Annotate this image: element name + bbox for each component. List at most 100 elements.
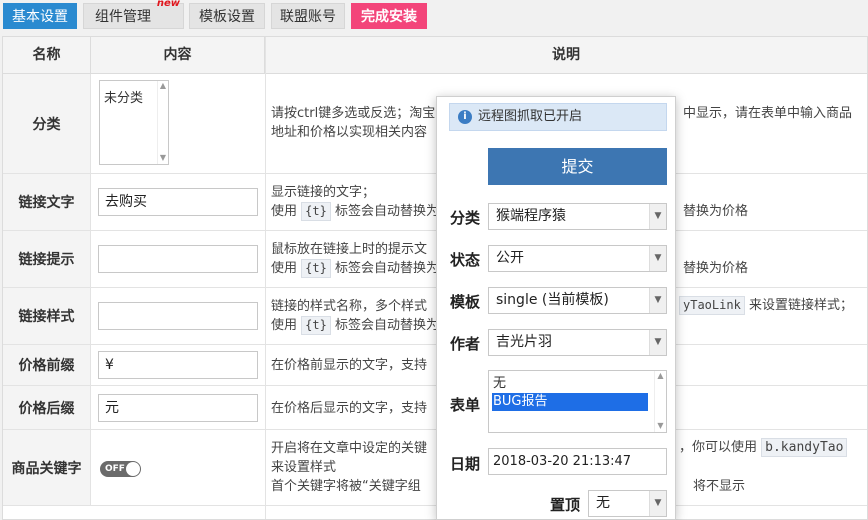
price-suffix-input[interactable]: 元 xyxy=(98,394,258,422)
desc-text: 显示链接的文字； xyxy=(271,185,376,200)
header-description: 说明 xyxy=(265,37,867,74)
publish-popup: i 远程图抓取已开启 提交 分类 猴端程序猿 ▼ 状态 公开 ▼ 模板 sing… xyxy=(436,96,676,520)
tag-code: {t} xyxy=(301,316,331,335)
keyword-description: 开启将在文章中设定的关键 来设置样式 首个关键字将被“关键字组 xyxy=(271,439,427,496)
class-code: yTaoLink xyxy=(679,296,745,315)
class-code: b.kandyTao xyxy=(761,438,848,457)
status-label: 状态 xyxy=(450,251,481,269)
toggle-knob xyxy=(126,462,140,476)
notice-text: 远程图抓取已开启 xyxy=(478,109,583,124)
desc-text: 来设置链接样式； xyxy=(748,298,853,313)
keyword-description-right-line3: 将不显示 xyxy=(693,479,746,494)
row-label: 链接提示 xyxy=(3,231,91,287)
price-prefix-input[interactable]: ¥ xyxy=(98,351,258,379)
desc-text: 标签会自动替换为 xyxy=(334,204,439,219)
row-label: 商品关键字 xyxy=(3,430,91,505)
category-select[interactable]: 猴端程序猿 ▼ xyxy=(488,203,667,230)
row-link-style: 链接样式 链接的样式名称，多个样式 使用 {t} 标签会自动替换为 yTaoLi… xyxy=(3,288,867,345)
desc-text: 开启将在文章中设定的关键 xyxy=(271,441,428,456)
row-label: 链接样式 xyxy=(3,288,91,344)
link-text-description: 显示链接的文字； 使用 {t} 标签会自动替换为 xyxy=(271,183,439,221)
template-select[interactable]: single (当前模板) ▼ xyxy=(488,287,667,314)
desc-text: 使用 xyxy=(271,318,298,333)
chevron-down-icon: ▼ xyxy=(649,204,666,229)
template-value: single (当前模板) xyxy=(496,292,609,308)
link-tip-description: 鼠标放在链接上时的提示文 使用 {t} 标签会自动替换为 xyxy=(271,240,439,278)
link-style-input[interactable] xyxy=(98,302,258,330)
info-icon: i xyxy=(458,110,472,124)
row-label: 分类 xyxy=(3,74,91,173)
chevron-down-icon: ▼ xyxy=(649,330,666,355)
date-input[interactable]: 2018-03-20 21:13:47 xyxy=(488,448,667,475)
chevron-down-icon: ▼ xyxy=(649,288,666,313)
price-prefix-description: 在价格前显示的文字，支持 xyxy=(271,358,428,373)
listbox-scrollbar[interactable]: ▲ ▼ xyxy=(157,81,168,164)
row-category: 分类 未分类 ▲ ▼ 请按ctrl键多选或反选；淘宝 地址和价格以实现相关内容 中… xyxy=(3,74,867,174)
header-name: 名称 xyxy=(3,37,91,74)
row-label: 价格前缀 xyxy=(3,345,91,385)
tab-component-management[interactable]: 组件管理 new xyxy=(83,0,184,29)
link-tip-input[interactable] xyxy=(98,245,258,273)
row-product-keyword: 商品关键字 OFF 开启将在文章中设定的关键 来设置样式 首个关键字将被“关键字… xyxy=(3,430,867,506)
desc-text: 使用 xyxy=(271,261,298,276)
category-listbox[interactable]: 未分类 ▲ ▼ xyxy=(99,80,169,165)
row-price-prefix: 价格前缀 ¥ 在价格前显示的文字，支持 xyxy=(3,345,867,386)
link-style-description-right: yTaoLink 来设置链接样式； xyxy=(679,296,853,315)
submit-button[interactable]: 提交 xyxy=(488,148,667,185)
new-badge: new xyxy=(156,0,180,9)
status-select[interactable]: 公开 ▼ xyxy=(488,245,667,272)
status-value: 公开 xyxy=(496,250,524,266)
tab-template-settings[interactable]: 模板设置 xyxy=(189,3,265,29)
form-label: 表单 xyxy=(450,396,481,414)
price-suffix-description: 在价格后显示的文字，支持 xyxy=(271,401,428,416)
author-label: 作者 xyxy=(450,335,481,353)
row-label: 链接文字 xyxy=(3,174,91,230)
sticky-label: 置顶 xyxy=(550,496,581,514)
scroll-down-icon: ▼ xyxy=(657,421,664,430)
row-link-text: 链接文字 去购买 显示链接的文字； 使用 {t} 标签会自动替换为 替换为价格 xyxy=(3,174,867,231)
category-label: 分类 xyxy=(450,209,481,227)
author-select[interactable]: 吉光片羽 ▼ xyxy=(488,329,667,356)
link-text-input[interactable]: 去购买 xyxy=(98,188,258,216)
toggle-label: OFF xyxy=(105,464,125,474)
desc-text: 来设置样式 xyxy=(271,460,337,475)
desc-text: 使用 xyxy=(271,204,298,219)
category-description: 请按ctrl键多选或反选；淘宝 地址和价格以实现相关内容 xyxy=(271,104,435,142)
sticky-value: 无 xyxy=(596,495,610,511)
link-text-description-right: 替换为价格 xyxy=(683,204,749,219)
row-label: 价格后缀 xyxy=(3,386,91,429)
category-option[interactable]: 未分类 xyxy=(104,91,143,106)
chevron-down-icon: ▼ xyxy=(649,246,666,271)
row-price-suffix: 价格后缀 元 在价格后显示的文字，支持 xyxy=(3,386,867,430)
listbox-scrollbar[interactable]: ▲ ▼ xyxy=(654,371,666,432)
form-option[interactable]: 无 xyxy=(492,375,663,393)
remote-image-notice: i 远程图抓取已开启 xyxy=(449,103,667,131)
desc-text: 标签会自动替换为 xyxy=(334,261,439,276)
tab-component-label: 组件管理 xyxy=(95,9,151,25)
header-content: 内容 xyxy=(91,37,265,74)
form-option-selected[interactable]: BUG报告 xyxy=(492,393,648,411)
date-label: 日期 xyxy=(450,455,481,473)
form-listbox[interactable]: 无 BUG报告 ▲ ▼ xyxy=(488,370,667,433)
tab-affiliate-account[interactable]: 联盟账号 xyxy=(271,3,345,29)
scroll-up-icon: ▲ xyxy=(159,81,167,90)
link-tip-description-right: 替换为价格 xyxy=(683,261,749,276)
desc-text: 标签会自动替换为 xyxy=(334,318,439,333)
tab-finish-install[interactable]: 完成安装 xyxy=(351,3,427,29)
desc-text: 请按ctrl键多选或反选；淘宝 xyxy=(271,106,436,121)
tab-basic-settings[interactable]: 基本设置 xyxy=(3,3,77,29)
desc-text: ，你可以使用 xyxy=(679,440,758,455)
desc-text: 地址和价格以实现相关内容 xyxy=(271,125,428,140)
keyword-description-right: ，你可以使用 b.kandyTao xyxy=(679,438,848,457)
scroll-up-icon: ▲ xyxy=(657,371,664,380)
category-description-right: 中显示，请在表单中输入商品 xyxy=(683,106,853,121)
tab-bar: 基本设置 组件管理 new 模板设置 联盟账号 完成安装 xyxy=(0,0,868,32)
sticky-select[interactable]: 无 ▼ xyxy=(588,490,667,517)
desc-text: 链接的样式名称，多个样式 xyxy=(271,299,428,314)
desc-text: 鼠标放在链接上时的提示文 xyxy=(271,242,428,257)
chevron-down-icon: ▼ xyxy=(649,491,666,516)
keyword-toggle[interactable]: OFF xyxy=(100,461,141,477)
scroll-down-icon: ▼ xyxy=(159,153,167,162)
author-value: 吉光片羽 xyxy=(496,334,552,350)
template-label: 模板 xyxy=(450,293,481,311)
